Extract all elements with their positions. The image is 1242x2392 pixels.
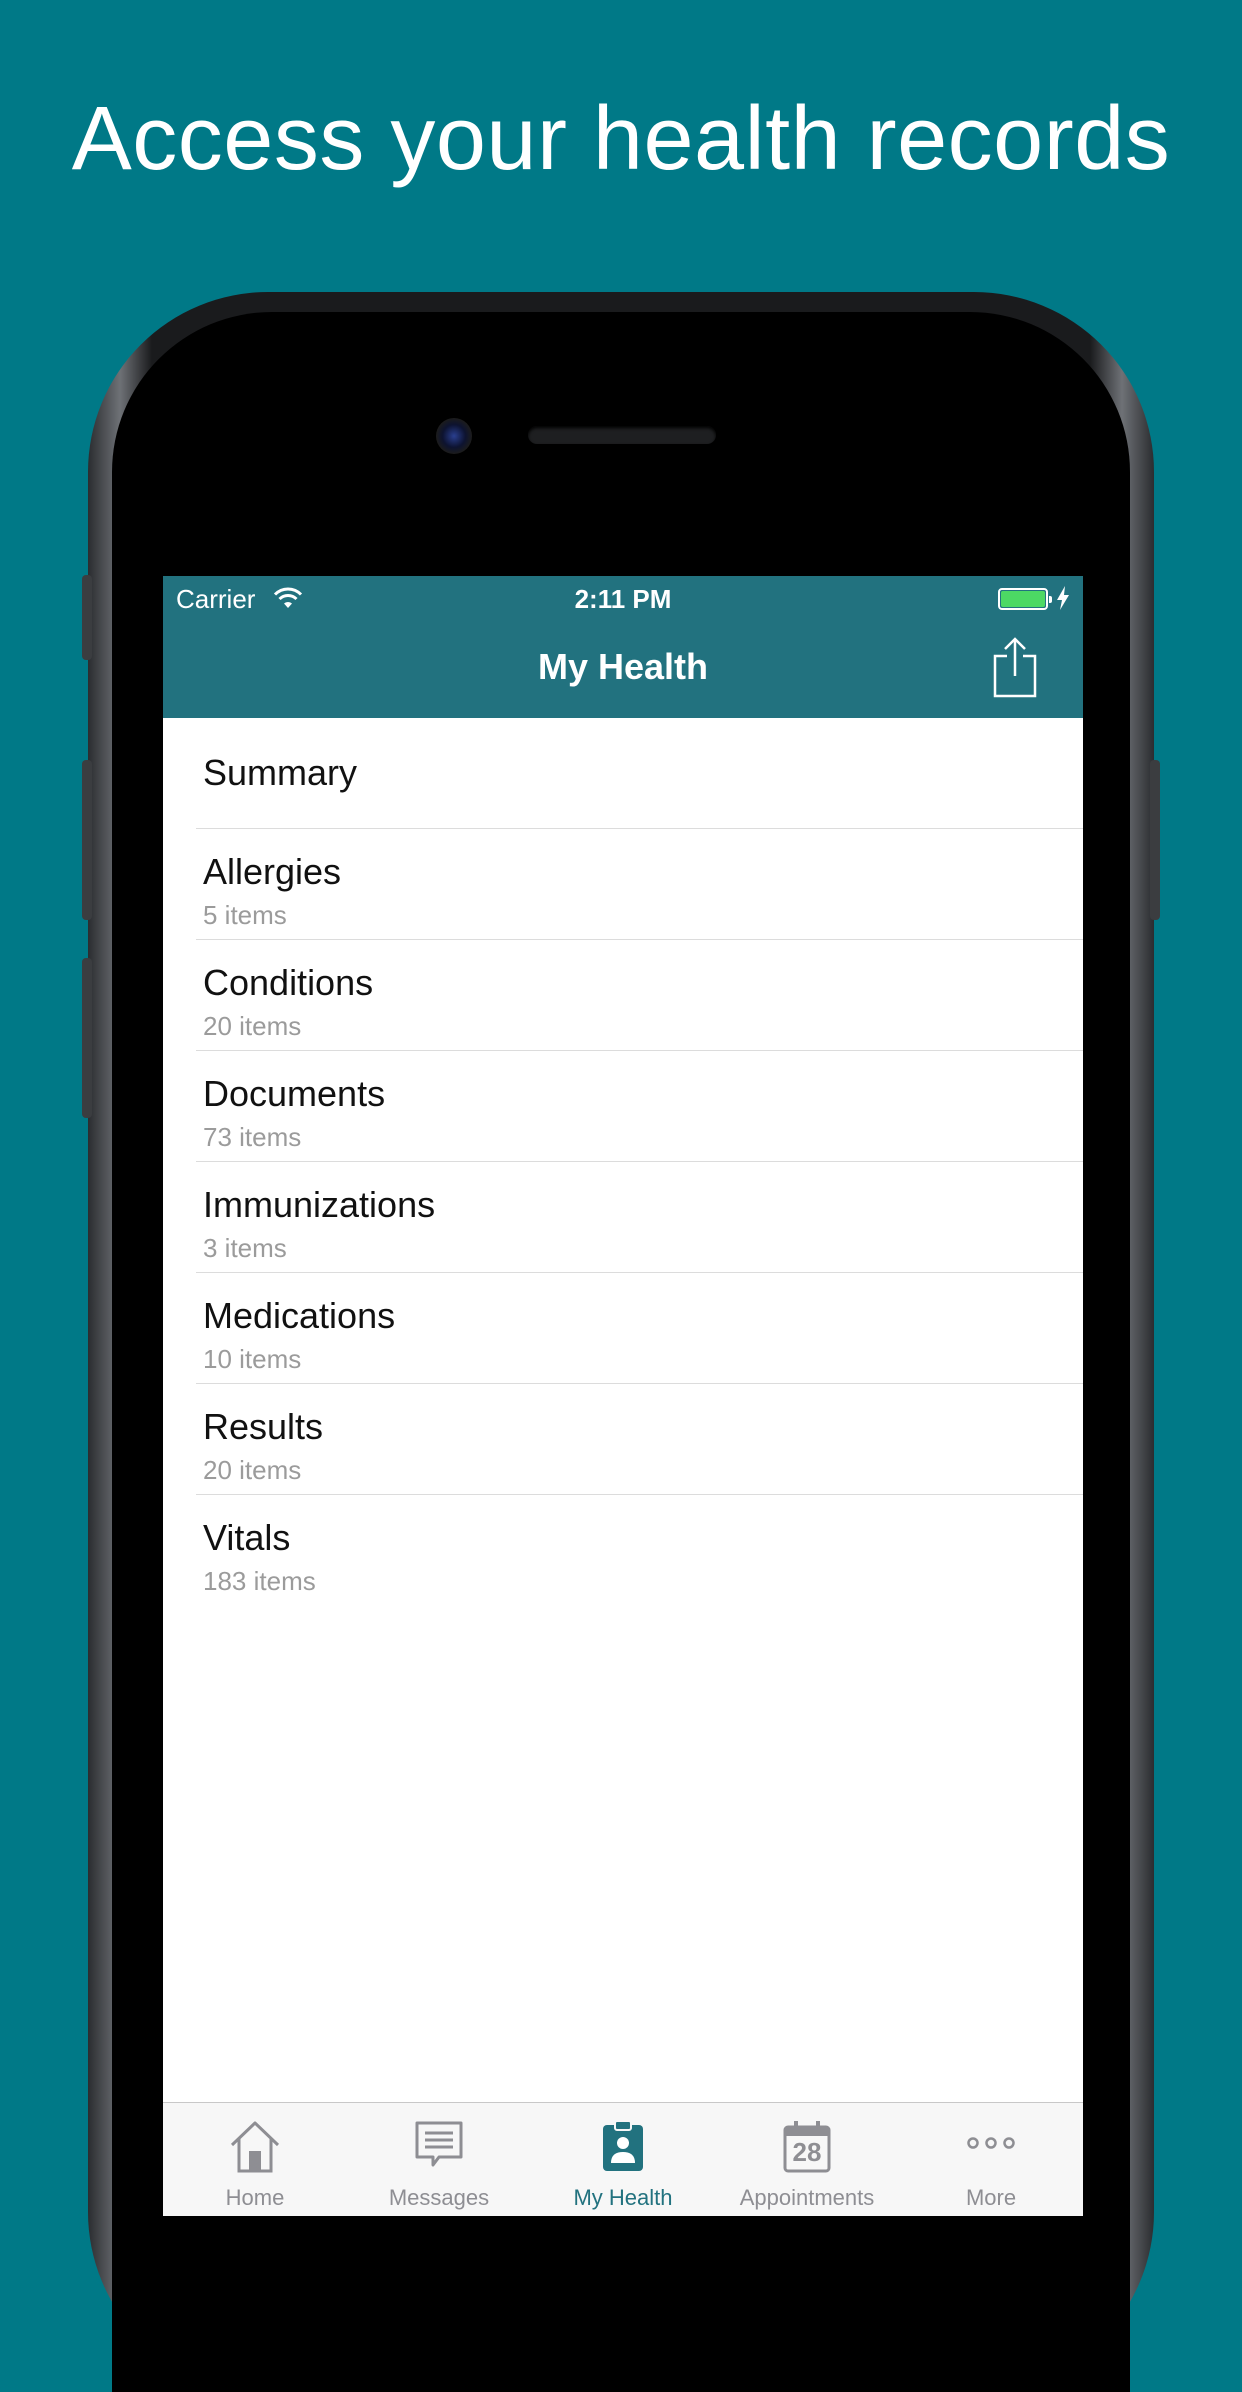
tab-label: More: [965, 2185, 1017, 2210]
tab-label: Messages: [388, 2185, 490, 2210]
tab-label: My Health: [573, 2185, 673, 2210]
headline: Access your health records: [71, 89, 1171, 189]
status-bar: Carrier 2:11 PM: [163, 576, 1083, 620]
calendar-day: 28: [792, 2137, 822, 2167]
phone-screen: Carrier 2:11 PM My Health Summary Allerg…: [163, 576, 1083, 2216]
list-item-immunizations[interactable]: Immunizations 3 items: [163, 1162, 1083, 1273]
clipboard-icon: [603, 2120, 643, 2171]
tab-bar: Home Messages My Health 28 Appointments …: [163, 2102, 1083, 2216]
tab-appointments[interactable]: 28 Appointments: [715, 2103, 899, 2216]
list-item-summary[interactable]: Summary: [163, 718, 1083, 829]
front-camera: [436, 418, 472, 454]
more-icon: [967, 2137, 1015, 2149]
list-item-title: Vitals: [203, 1517, 291, 1558]
list-item-count: 5 items: [203, 900, 287, 930]
earpiece-speaker: [528, 426, 716, 444]
tab-messages[interactable]: Messages: [347, 2103, 531, 2216]
mute-switch: [82, 575, 92, 660]
share-icon[interactable]: [991, 636, 1039, 700]
list-item-title: Immunizations: [203, 1184, 436, 1225]
status-time: 2:11 PM: [574, 584, 672, 614]
list-item-count: 3 items: [203, 1233, 287, 1263]
home-icon: [230, 2121, 280, 2173]
list-item-allergies[interactable]: Allergies 5 items: [163, 829, 1083, 940]
list-item-medications[interactable]: Medications 10 items: [163, 1273, 1083, 1384]
list-item-count: 20 items: [203, 1011, 302, 1041]
tab-label: Home: [225, 2185, 285, 2210]
tab-more[interactable]: More: [899, 2103, 1083, 2216]
health-category-list: Summary Allergies 5 items Conditions 20 …: [163, 718, 1083, 1606]
list-item-title: Results: [203, 1406, 324, 1447]
list-item-vitals[interactable]: Vitals 183 items: [163, 1495, 1083, 1606]
list-item-title: Medications: [203, 1295, 396, 1336]
volume-down-button: [82, 958, 92, 1118]
messages-icon: [415, 2121, 463, 2167]
list-item-count: 20 items: [203, 1455, 302, 1485]
list-item-title: Documents: [203, 1073, 386, 1114]
power-button: [1150, 760, 1160, 920]
list-item-title: Allergies: [203, 851, 342, 892]
navigation-bar: Carrier 2:11 PM My Health: [163, 576, 1083, 718]
list-item-results[interactable]: Results 20 items: [163, 1384, 1083, 1495]
charging-bolt-icon: [1057, 586, 1069, 610]
tab-home[interactable]: Home: [163, 2103, 347, 2216]
list-item-count: 10 items: [203, 1344, 302, 1374]
list-item-title: Conditions: [203, 962, 374, 1003]
list-item-count: 73 items: [203, 1122, 302, 1152]
list-item-count: 183 items: [203, 1566, 316, 1596]
list-item-documents[interactable]: Documents 73 items: [163, 1051, 1083, 1162]
list-item-conditions[interactable]: Conditions 20 items: [163, 940, 1083, 1051]
page-title: My Health: [537, 646, 709, 687]
battery-icon: [998, 588, 1052, 610]
tab-my-health[interactable]: My Health: [531, 2103, 715, 2216]
volume-up-button: [82, 760, 92, 920]
list-item-title: Summary: [203, 752, 358, 793]
tab-label: Appointments: [739, 2185, 875, 2210]
